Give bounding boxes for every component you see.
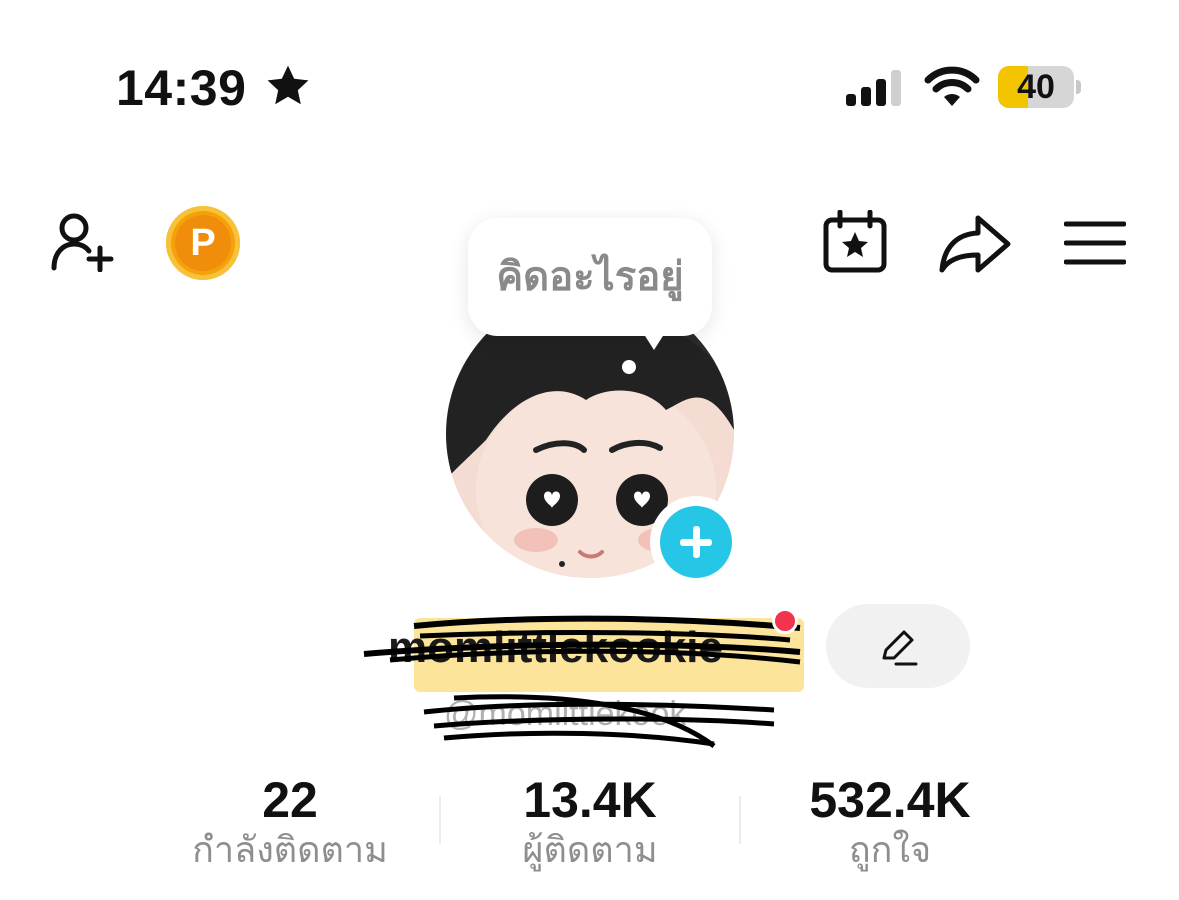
stat-followers-count[interactable]: 13.4K: [490, 770, 690, 830]
thought-bubble-tail: [640, 328, 668, 350]
stat-divider: [439, 796, 441, 844]
thought-bubble-dot: [622, 360, 636, 374]
name-scribble: [363, 615, 801, 665]
add-friend-icon[interactable]: [50, 210, 116, 272]
stat-likes-count[interactable]: 532.4K: [780, 770, 1000, 830]
plus-icon: [660, 506, 732, 578]
star-icon: [267, 65, 309, 105]
stat-followers-label: ผู้ติดตาม: [522, 829, 658, 870]
wifi-icon: [924, 66, 980, 106]
status-time: 14:39: [116, 60, 247, 116]
handle-scribble: [423, 694, 775, 748]
calendar-star-icon[interactable]: [822, 210, 888, 274]
stat-divider: [739, 796, 741, 844]
thought-bubble-text: คิดอะไรอยู่: [496, 255, 684, 299]
coin-icon[interactable]: P: [166, 206, 240, 280]
share-arrow-icon[interactable]: [938, 214, 1012, 274]
stat-likes-label: ถูกใจ: [848, 829, 932, 870]
thought-bubble[interactable]: คิดอะไรอยู่: [468, 218, 712, 336]
notification-dot: [772, 608, 798, 634]
stat-following-count[interactable]: 22: [190, 770, 390, 830]
coin-label: P: [175, 215, 231, 271]
add-story-button[interactable]: [650, 496, 742, 588]
edit-profile-button[interactable]: [826, 604, 970, 688]
pencil-icon: [882, 630, 918, 666]
battery-level: 40: [1017, 68, 1055, 106]
battery-indicator: 40: [998, 66, 1082, 108]
stat-following-label: กำลังติดตาม: [192, 829, 388, 870]
hamburger-menu-icon[interactable]: [1064, 220, 1126, 266]
cellular-signal-icon: [846, 70, 901, 106]
